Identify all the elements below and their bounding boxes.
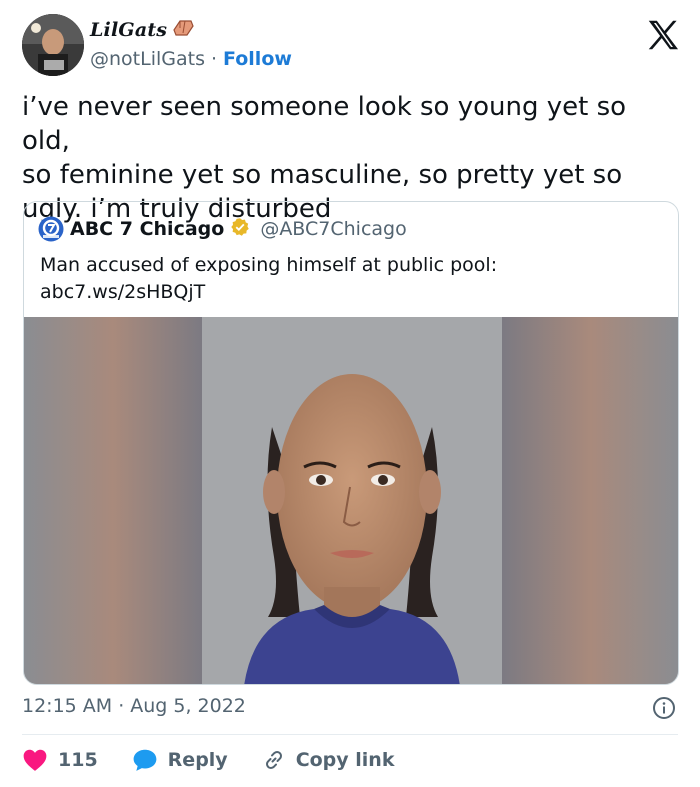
like-count: 115 — [58, 749, 98, 771]
follow-button[interactable]: Follow — [223, 48, 292, 70]
abc7-avatar-icon[interactable] — [38, 216, 64, 242]
divider — [22, 734, 678, 735]
verified-badge-icon — [230, 217, 250, 242]
tweet-date: Aug 5, 2022 — [130, 695, 246, 717]
tweet-time: 12:15 AM — [22, 695, 113, 717]
link-icon — [262, 748, 286, 772]
reply-button[interactable]: Reply — [132, 748, 228, 772]
quoted-display-name[interactable]: ABC 7 Chicago — [70, 218, 224, 240]
tweet-timestamp[interactable]: 12:15 AM · Aug 5, 2022 — [22, 695, 246, 717]
quoted-text: Man accused of exposing himself at publi… — [40, 252, 660, 306]
mugshot-photo[interactable] — [24, 317, 678, 684]
reply-bubble-icon — [132, 748, 158, 772]
avatar[interactable] — [22, 14, 84, 76]
heart-icon — [22, 748, 48, 772]
quoted-handle[interactable]: @ABC7Chicago — [260, 218, 406, 240]
action-bar: 115 Reply Copy link — [22, 745, 428, 775]
info-icon[interactable] — [652, 696, 676, 720]
reply-label: Reply — [167, 749, 228, 771]
copy-link-button[interactable]: Copy link — [262, 748, 395, 772]
display-name[interactable]: LilGats — [90, 19, 167, 41]
x-logo-icon[interactable] — [644, 16, 682, 54]
like-button[interactable]: 115 — [22, 748, 98, 772]
quoted-link[interactable]: abc7.ws/2sHBQjT — [40, 279, 660, 306]
quoted-body: Man accused of exposing himself at publi… — [40, 254, 498, 276]
tweet-header: LilGats @notLilGats · Follow — [22, 14, 682, 80]
quoted-tweet[interactable]: ABC 7 Chicago @ABC7Chicago Man accused o… — [23, 201, 679, 685]
separator-dot: · — [210, 48, 218, 70]
author-handle[interactable]: @notLilGats — [90, 48, 205, 70]
separator-dot: · — [118, 695, 125, 717]
copy-link-label: Copy link — [295, 749, 395, 771]
coffin-emoji-icon — [171, 18, 195, 42]
